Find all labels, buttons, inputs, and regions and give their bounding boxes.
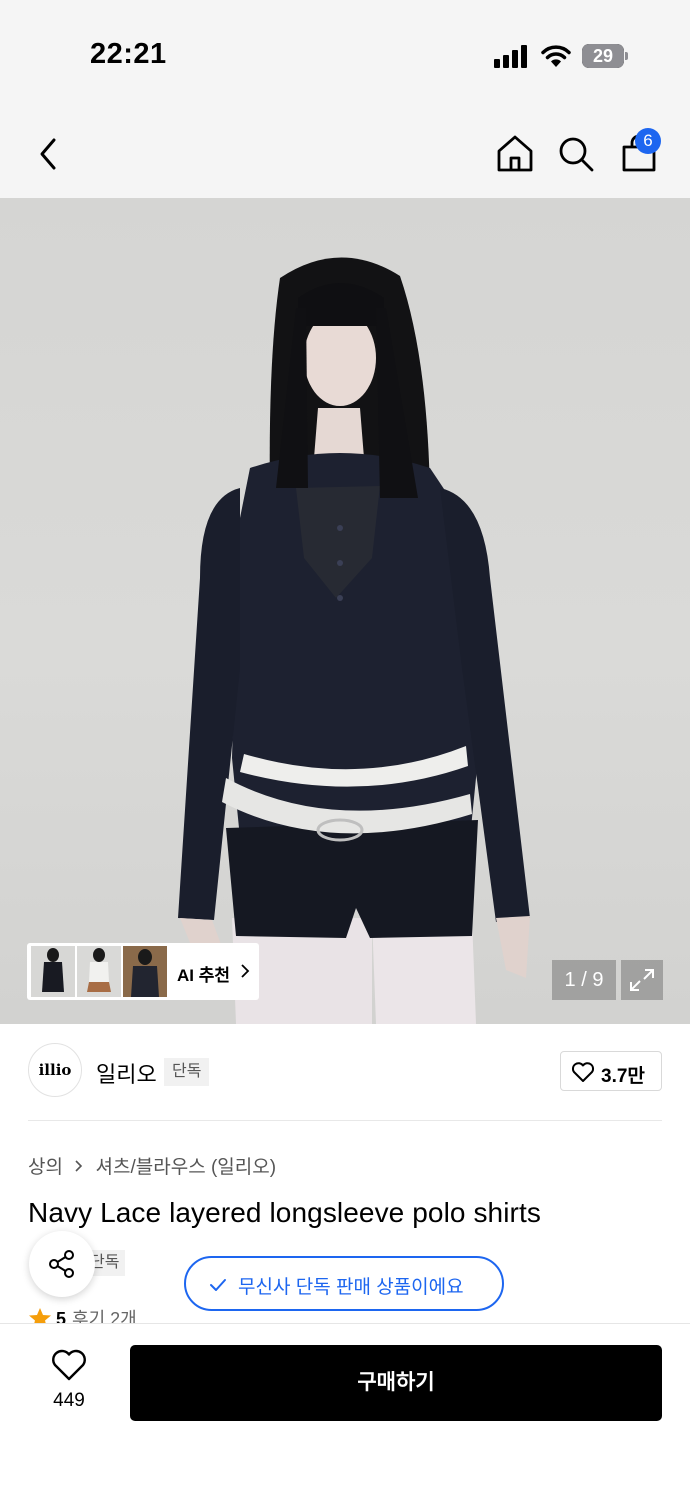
nav-bar	[0, 110, 690, 198]
brand-exclusive-tag: 단독	[164, 1058, 210, 1086]
chevron-right-icon	[241, 964, 250, 978]
cellular-signal-icon	[494, 44, 530, 68]
brand-like-count: 3.7만	[601, 1066, 645, 1087]
thumbnail-1[interactable]	[31, 946, 75, 997]
share-button[interactable]	[29, 1231, 95, 1297]
heart-icon	[571, 1062, 595, 1082]
heart-icon	[52, 1349, 86, 1381]
breadcrumb-category[interactable]: 상의	[28, 1157, 63, 1178]
check-icon	[210, 1279, 226, 1291]
thumbnail-2[interactable]	[77, 946, 121, 997]
breadcrumb-subcategory[interactable]: 셔츠/블라우스 (일리오)	[96, 1157, 277, 1178]
buy-button[interactable]: 구매하기	[130, 1345, 662, 1421]
back-arrow-icon[interactable]	[25, 130, 73, 178]
brand-name[interactable]: 일리오	[96, 1057, 157, 1089]
home-icon[interactable]	[491, 130, 539, 178]
expand-icon	[630, 969, 654, 991]
breadcrumb: 상의 셔츠/블라우스 (일리오)	[28, 1152, 276, 1179]
thumbnail-3[interactable]	[123, 946, 167, 997]
exclusive-sale-notice: 무신사 단독 판매 상품이에요	[184, 1256, 504, 1311]
ai-recommend-button[interactable]: AI 추천	[27, 943, 259, 1000]
chevron-right-icon	[75, 1159, 83, 1172]
ai-recommend-label: AI 추천	[177, 966, 231, 985]
search-icon[interactable]	[552, 130, 600, 178]
model-photo	[178, 257, 530, 1024]
product-image[interactable]	[0, 198, 690, 1024]
image-page-counter: 1 / 9	[552, 960, 616, 1000]
battery-level: 29	[592, 46, 614, 66]
brand-like-button[interactable]: 3.7만	[560, 1051, 662, 1091]
status-time: 22:21	[90, 38, 167, 70]
battery-icon: 29	[582, 44, 628, 68]
expand-image-button[interactable]	[621, 960, 663, 1000]
divider	[28, 1120, 662, 1121]
status-bar: 22:21 29	[0, 0, 690, 110]
share-icon	[49, 1250, 74, 1278]
brand-logo[interactable]: illio	[28, 1043, 82, 1097]
cart-count-badge: 6	[635, 128, 661, 154]
wifi-icon	[541, 45, 571, 67]
product-title: Navy Lace layered longsleeve polo shirts	[28, 1197, 541, 1228]
wishlist-button[interactable]: 449	[30, 1348, 108, 1418]
exclusive-sale-text: 무신사 단독 판매 상품이에요	[238, 1277, 464, 1298]
wishlist-count: 449	[53, 1390, 85, 1411]
